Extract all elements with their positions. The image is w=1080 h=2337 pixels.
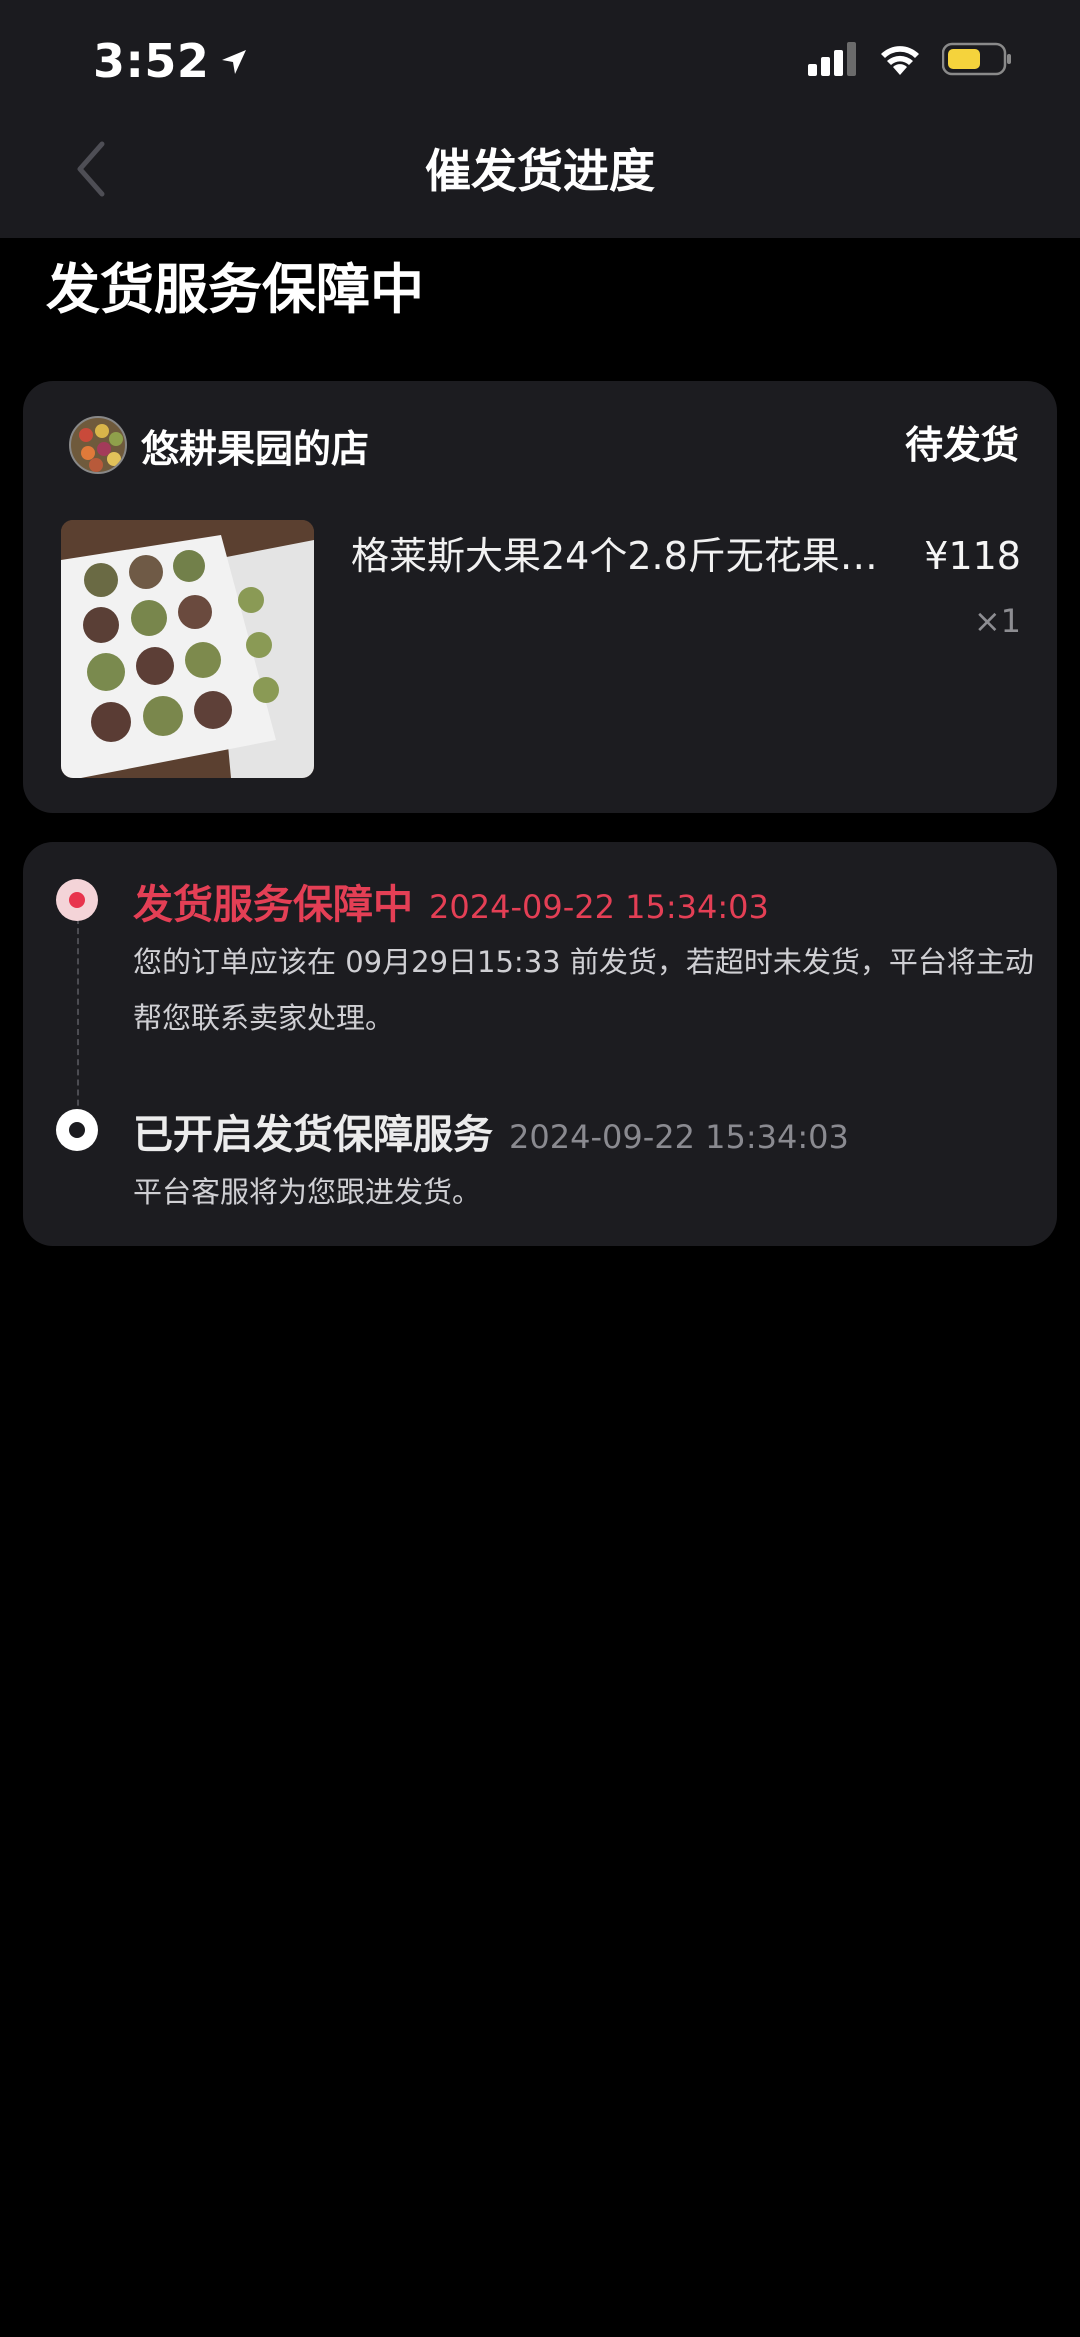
status-time: 3:52 (93, 32, 249, 90)
shipping-timeline: 发货服务保障中 2024-09-22 15:34:03 您的订单应该在 09月2… (23, 842, 1057, 1246)
shop-row[interactable]: 悠耕果园的店 (69, 415, 369, 475)
timeline-event-time: 2024-09-22 15:34:03 (429, 888, 769, 926)
timeline-dot-done (56, 1109, 98, 1151)
status-heading: 发货服务保障中 (46, 258, 424, 321)
wifi-icon (878, 42, 922, 80)
cellular-signal-icon (808, 42, 858, 80)
product-price: ¥118 (924, 534, 1021, 578)
status-icons (808, 36, 1012, 86)
order-status: 待发货 (904, 423, 1019, 467)
product-title[interactable]: 格莱斯大果24个2.8斤无花果新鲜水果 (351, 521, 891, 591)
product-quantity: ×1 (973, 602, 1021, 640)
timeline-event-desc: 平台客服将为您跟进发货。 (133, 1175, 482, 1209)
timeline-event-time: 2024-09-22 15:34:03 (509, 1118, 849, 1156)
timeline-event-header: 发货服务保障中 2024-09-22 15:34:03 (133, 872, 769, 932)
timeline-event-title: 发货服务保障中 (133, 882, 413, 928)
timeline-event-desc: 您的订单应该在 09月29日15:33 前发货，若超时未发货，平台将主动帮您联系… (133, 945, 1034, 1035)
timeline-event-header: 已开启发货保障服务 2024-09-22 15:34:03 (133, 1102, 849, 1162)
timeline-dot-active (56, 879, 98, 921)
location-arrow-icon (219, 34, 249, 88)
shop-avatar (69, 416, 127, 474)
top-bar: 3:52 催发货进度 (0, 0, 1080, 238)
shop-name: 悠耕果园的店 (141, 426, 370, 471)
battery-icon (941, 42, 1012, 80)
product-image[interactable] (61, 520, 314, 778)
status-time-text: 3:52 (93, 34, 210, 88)
order-card[interactable]: 悠耕果园的店 待发货 格莱斯大果24个2.8斤无花果新鲜水果 ¥118 ×1 (23, 381, 1057, 813)
page-title: 催发货进度 (425, 144, 655, 198)
timeline-event-title: 已开启发货保障服务 (133, 1112, 493, 1158)
